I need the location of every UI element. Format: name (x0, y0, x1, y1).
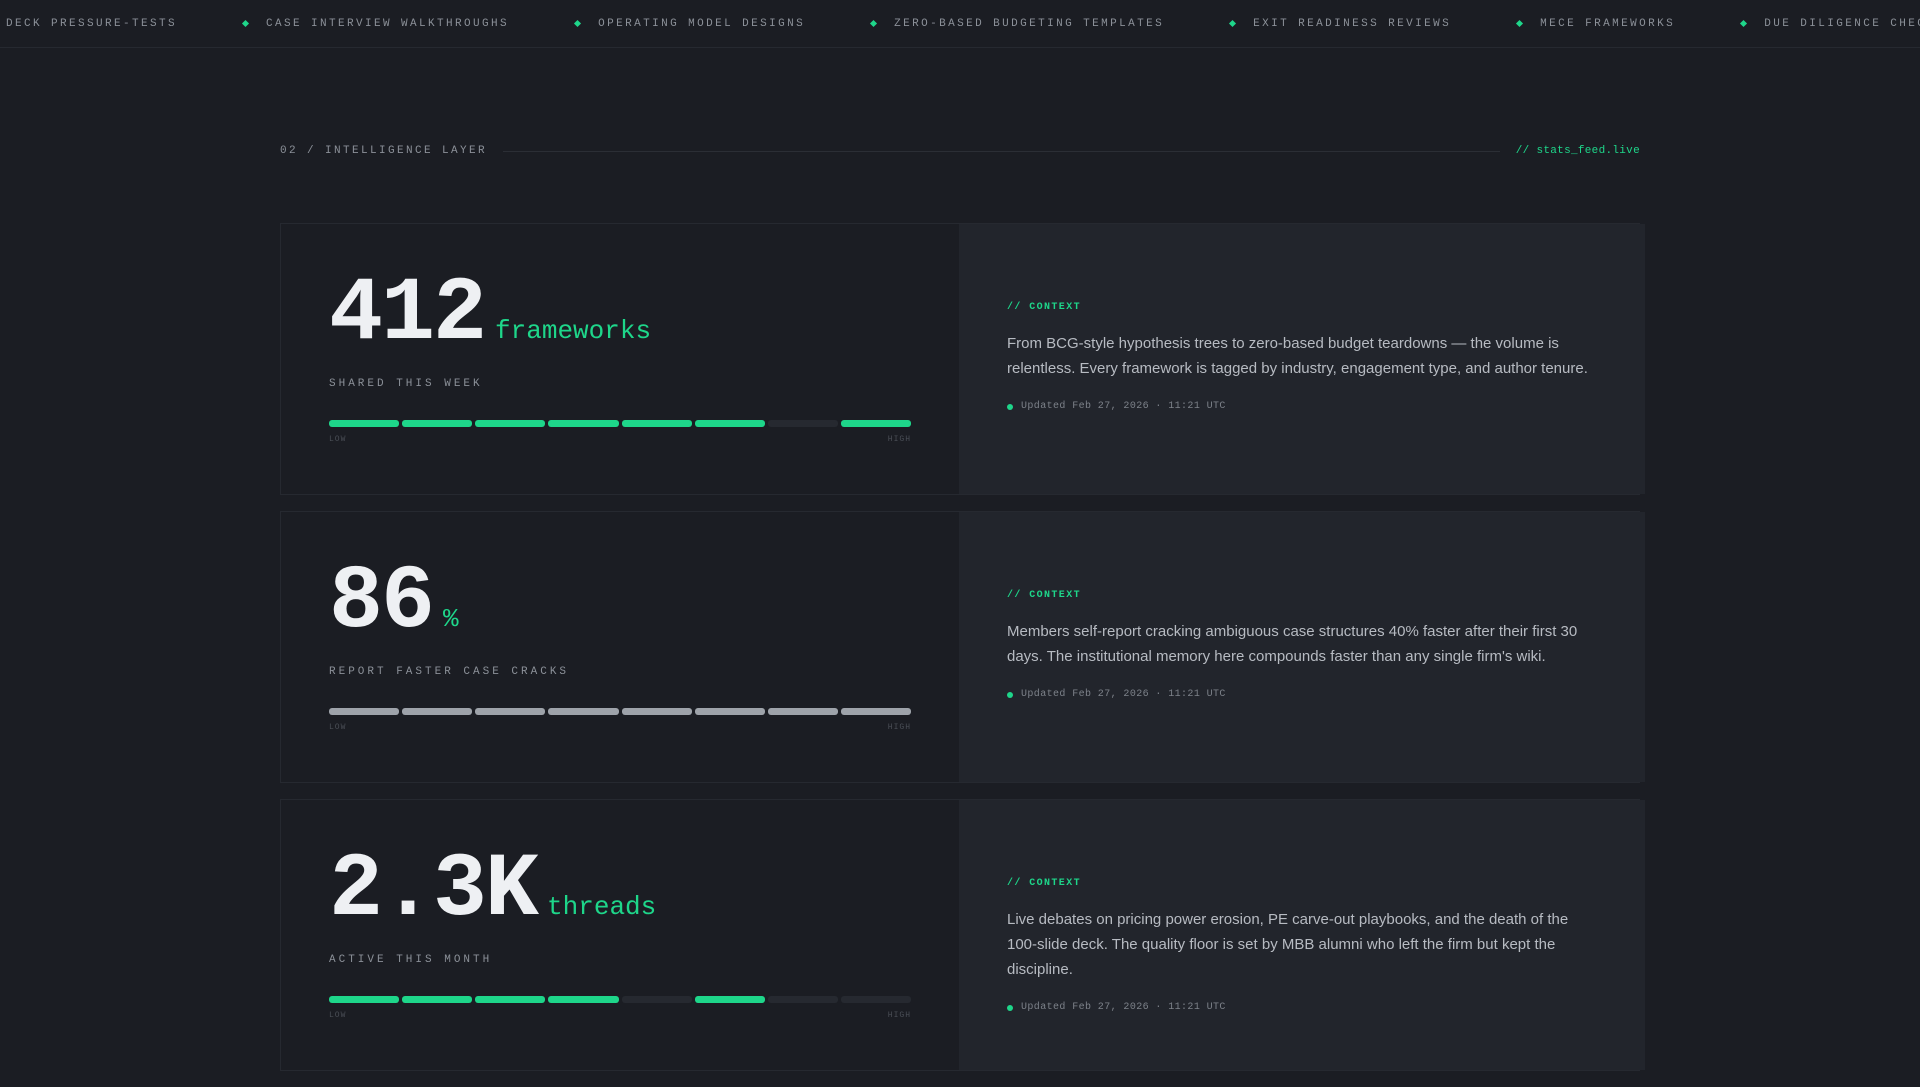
meter-segment (402, 996, 473, 1003)
ticker-item: CASE INTERVIEW WALKTHROUGHS (177, 18, 509, 30)
meter-segment (840, 420, 911, 427)
meter-segment (621, 420, 692, 427)
stat-value: 2.3K (329, 840, 539, 942)
meter-segment (621, 708, 692, 715)
updated-text: Updated Feb 27, 2026 · 11:21 UTC (1021, 401, 1226, 412)
ticker-track: DECK PRESSURE-TESTS CASE INTERVIEW WALKTH… (6, 18, 1920, 30)
context-panel: // CONTEXT From BCG-style hypothesis tree… (959, 224, 1645, 494)
meter-segment (694, 996, 765, 1003)
ticker-item: DECK PRESSURE-TESTS (6, 18, 177, 30)
meter-segment (694, 708, 765, 715)
meter-low-label: LOW (329, 723, 347, 732)
meter-low-label: LOW (329, 435, 347, 444)
context-panel: // CONTEXT Live debates on pricing power … (959, 800, 1645, 1070)
stat-caption: ACTIVE THIS MONTH (329, 954, 493, 966)
level-meter (329, 420, 911, 427)
ticker-item-label: DECK PRESSURE-TESTS (6, 17, 178, 30)
section-header: 02 / INTELLIGENCE LAYER // stats_feed.li… (280, 144, 1640, 158)
ticker-item-label: MECE FRAMEWORKS (1540, 17, 1676, 30)
context-tag: // CONTEXT (1007, 302, 1082, 313)
meter-segment (767, 420, 838, 427)
meter-segment (329, 708, 400, 715)
ticker-item: MECE FRAMEWORKS (1451, 18, 1675, 30)
meter-segment (475, 996, 546, 1003)
diamond-icon (1516, 19, 1524, 28)
meter-segment (329, 996, 400, 1003)
diamond-icon (1229, 19, 1237, 28)
stat-card: 86% REPORT FASTER CASE CRACKS LOW HIGH // CO… (280, 511, 1645, 783)
stat-card: 2.3K threads ACTIVE THIS MONTH LOW HIGH // CO… (280, 799, 1645, 1071)
stat-value: 412 (329, 264, 487, 366)
updated-status: Updated Feb 27, 2026 · 11:21 UTC (1007, 1002, 1597, 1013)
context-panel: // CONTEXT Members self-report cracking a… (959, 512, 1645, 782)
stat-value: 86 (329, 552, 435, 654)
stat-panel: 86% REPORT FASTER CASE CRACKS LOW HIGH (281, 512, 959, 782)
stat-caption: SHARED THIS WEEK (329, 378, 483, 390)
section-label: 02 / INTELLIGENCE LAYER (280, 145, 488, 157)
ticker-item: EXIT READINESS REVIEWS (1164, 18, 1451, 30)
ticker-item: DUE DILIGENCE CHECKLISTS (1675, 18, 1920, 30)
context-text: From BCG-style hypothesis trees to zero-… (1007, 335, 1588, 377)
meter-segment (548, 996, 619, 1003)
updated-status: Updated Feb 27, 2026 · 11:21 UTC (1007, 689, 1597, 700)
stat-unit: threads (547, 892, 657, 922)
meter-high-label: HIGH (887, 723, 911, 732)
meter-segment (548, 708, 619, 715)
meter-segment (475, 708, 546, 715)
ticker-item-label: CASE INTERVIEW WALKTHROUGHS (266, 17, 510, 30)
section-divider (503, 150, 1500, 152)
meter-low-label: LOW (329, 1011, 347, 1020)
ticker-item-label: DUE DILIGENCE CHECKLISTS (1764, 17, 1920, 30)
stat-unit: frameworks (495, 316, 652, 346)
meter-segment (402, 420, 473, 427)
meter-segment (840, 708, 911, 715)
ticker-item: OPERATING MODEL DESIGNS (509, 18, 805, 30)
diamond-icon (241, 19, 250, 28)
meter-segment (840, 996, 911, 1003)
meter-segment (402, 708, 473, 715)
live-dot-icon (1007, 691, 1013, 698)
meter-segment (694, 420, 765, 427)
meter-segment (621, 996, 692, 1003)
meter-legend: LOW HIGH (329, 1011, 911, 1020)
context-text: Members self-report cracking ambiguous c… (1007, 623, 1578, 665)
diamond-icon (870, 19, 878, 28)
meter-high-label: HIGH (887, 1011, 911, 1020)
meter-high-label: HIGH (887, 435, 911, 444)
stat-panel: 412 frameworks SHARED THIS WEEK LOW HIGH (281, 224, 959, 494)
updated-status: Updated Feb 27, 2026 · 11:21 UTC (1007, 401, 1597, 412)
level-meter (329, 708, 911, 715)
meter-legend: LOW HIGH (329, 435, 911, 444)
meter-segment (548, 420, 619, 427)
live-dot-icon (1007, 1004, 1013, 1011)
topic-ticker: DECK PRESSURE-TESTS CASE INTERVIEW WALKTH… (0, 0, 1920, 48)
meter-segment (767, 708, 838, 715)
stat-card: 412 frameworks SHARED THIS WEEK LOW HIGH // C… (280, 223, 1645, 495)
meter-segment (475, 420, 546, 427)
stat-panel: 2.3K threads ACTIVE THIS MONTH LOW HIGH (281, 800, 959, 1070)
context-tag: // CONTEXT (1007, 878, 1082, 889)
context-tag: // CONTEXT (1007, 590, 1082, 601)
level-meter (329, 996, 911, 1003)
ticker-item-label: OPERATING MODEL DESIGNS (598, 17, 806, 30)
stat-caption: REPORT FASTER CASE CRACKS (329, 666, 570, 678)
diamond-icon (1740, 19, 1748, 28)
diamond-icon (574, 19, 582, 28)
ticker-item-label: ZERO-BASED BUDGETING TEMPLATES (894, 17, 1165, 30)
context-text: Live debates on pricing power erosion, P… (1007, 911, 1569, 978)
meter-segment (767, 996, 838, 1003)
live-dot-icon (1007, 403, 1013, 410)
updated-text: Updated Feb 27, 2026 · 11:21 UTC (1021, 689, 1226, 700)
stats-feed-tag: // stats_feed.live (1515, 145, 1640, 157)
stat-unit: % (443, 604, 459, 634)
stats-cards: 412 frameworks SHARED THIS WEEK LOW HIGH // C… (280, 223, 1645, 1087)
meter-segment (329, 420, 400, 427)
ticker-item-label: EXIT READINESS REVIEWS (1253, 17, 1452, 30)
ticker-item: ZERO-BASED BUDGETING TEMPLATES (805, 18, 1164, 30)
updated-text: Updated Feb 27, 2026 · 11:21 UTC (1021, 1002, 1226, 1013)
meter-legend: LOW HIGH (329, 723, 911, 732)
